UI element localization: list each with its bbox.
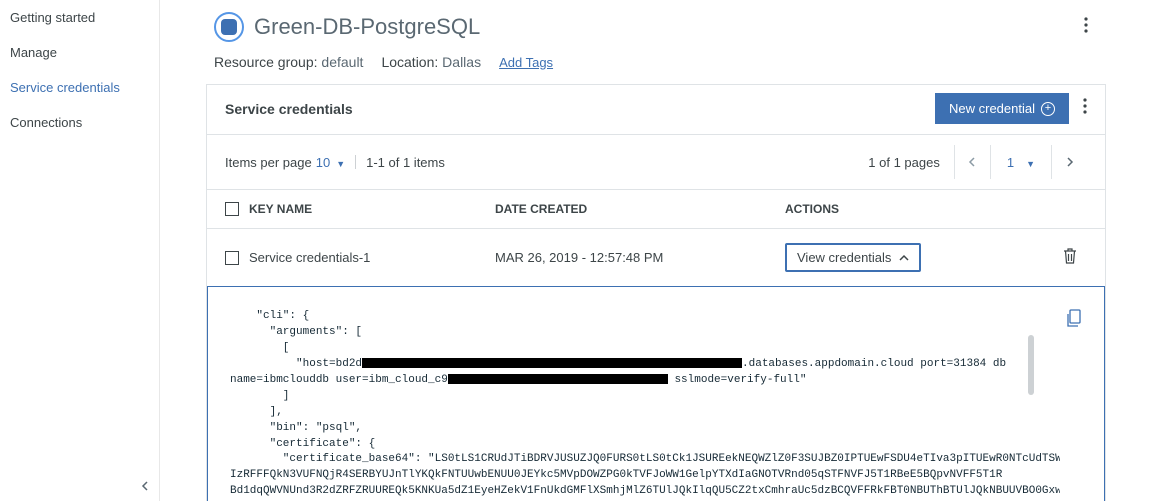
- location-value: Dallas: [442, 54, 481, 70]
- plus-icon: +: [1041, 102, 1055, 116]
- location-label: Location:: [381, 54, 438, 70]
- resource-group-value: default: [321, 54, 363, 70]
- sidebar: Getting started Manage Service credentia…: [0, 0, 160, 501]
- page-title: Green-DB-PostgreSQL: [254, 14, 480, 40]
- items-range: 1-1 of 1 items: [366, 155, 445, 170]
- main-content: Green-DB-PostgreSQL Resource group: defa…: [160, 0, 1152, 501]
- pages-summary: 1 of 1 pages: [868, 155, 940, 170]
- page-number-caret-icon: ▼: [1026, 159, 1035, 169]
- pagination-bar: Items per page 10 ▼ 1-1 of 1 items 1 of …: [207, 135, 1105, 190]
- resource-group-label: Resource group:: [214, 54, 318, 70]
- page-number-value: 1: [1007, 155, 1014, 170]
- credentials-card: Service credentials New credential + Ite…: [206, 84, 1106, 501]
- new-credential-label: New credential: [949, 101, 1035, 116]
- card-title: Service credentials: [225, 101, 353, 117]
- caret-up-icon: [899, 254, 909, 262]
- resource-meta: Resource group: default Location: Dallas…: [160, 48, 1152, 84]
- sidebar-item-connections[interactable]: Connections: [0, 105, 159, 140]
- scrollbar[interactable]: [1028, 335, 1034, 395]
- copy-icon[interactable]: [1066, 309, 1082, 330]
- add-tags-link[interactable]: Add Tags: [499, 55, 553, 70]
- credentials-json-code[interactable]: "cli": { "arguments": [ [ "host=bd2d.dat…: [230, 309, 1060, 501]
- select-all-checkbox[interactable]: [225, 202, 239, 216]
- sidebar-item-getting-started[interactable]: Getting started: [0, 0, 159, 35]
- items-per-page-label: Items per page: [225, 155, 312, 170]
- sidebar-item-manage[interactable]: Manage: [0, 35, 159, 70]
- view-credentials-label: View credentials: [797, 250, 891, 265]
- sidebar-collapse-icon[interactable]: [139, 479, 151, 495]
- row-date: MAR 26, 2019 - 12:57:48 PM: [495, 250, 785, 265]
- credentials-json-panel: "cli": { "arguments": [ [ "host=bd2d.dat…: [207, 286, 1105, 501]
- col-date-created: DATE CREATED: [495, 202, 785, 216]
- col-key-name: KEY NAME: [249, 202, 312, 216]
- row-checkbox[interactable]: [225, 251, 239, 265]
- database-icon: [214, 12, 244, 42]
- items-per-page-caret-icon[interactable]: ▼: [336, 159, 345, 169]
- table-row: Service credentials-1 MAR 26, 2019 - 12:…: [207, 229, 1105, 286]
- page-next-icon[interactable]: [1051, 145, 1087, 179]
- view-credentials-button[interactable]: View credentials: [785, 243, 921, 272]
- row-key-name: Service credentials-1: [249, 250, 370, 265]
- page-prev-icon[interactable]: [954, 145, 990, 179]
- card-overflow-icon[interactable]: [1083, 98, 1087, 119]
- items-per-page-value[interactable]: 10: [316, 155, 330, 170]
- table-header: KEY NAME DATE CREATED ACTIONS: [207, 190, 1105, 229]
- new-credential-button[interactable]: New credential +: [935, 93, 1069, 124]
- page-number-select[interactable]: 1 ▼: [990, 145, 1051, 179]
- delete-icon[interactable]: [1063, 248, 1077, 267]
- col-actions: ACTIONS: [785, 202, 1087, 216]
- sidebar-item-service-credentials[interactable]: Service credentials: [0, 70, 159, 105]
- header-overflow-icon[interactable]: [1084, 17, 1098, 38]
- page-header: Green-DB-PostgreSQL: [160, 0, 1152, 48]
